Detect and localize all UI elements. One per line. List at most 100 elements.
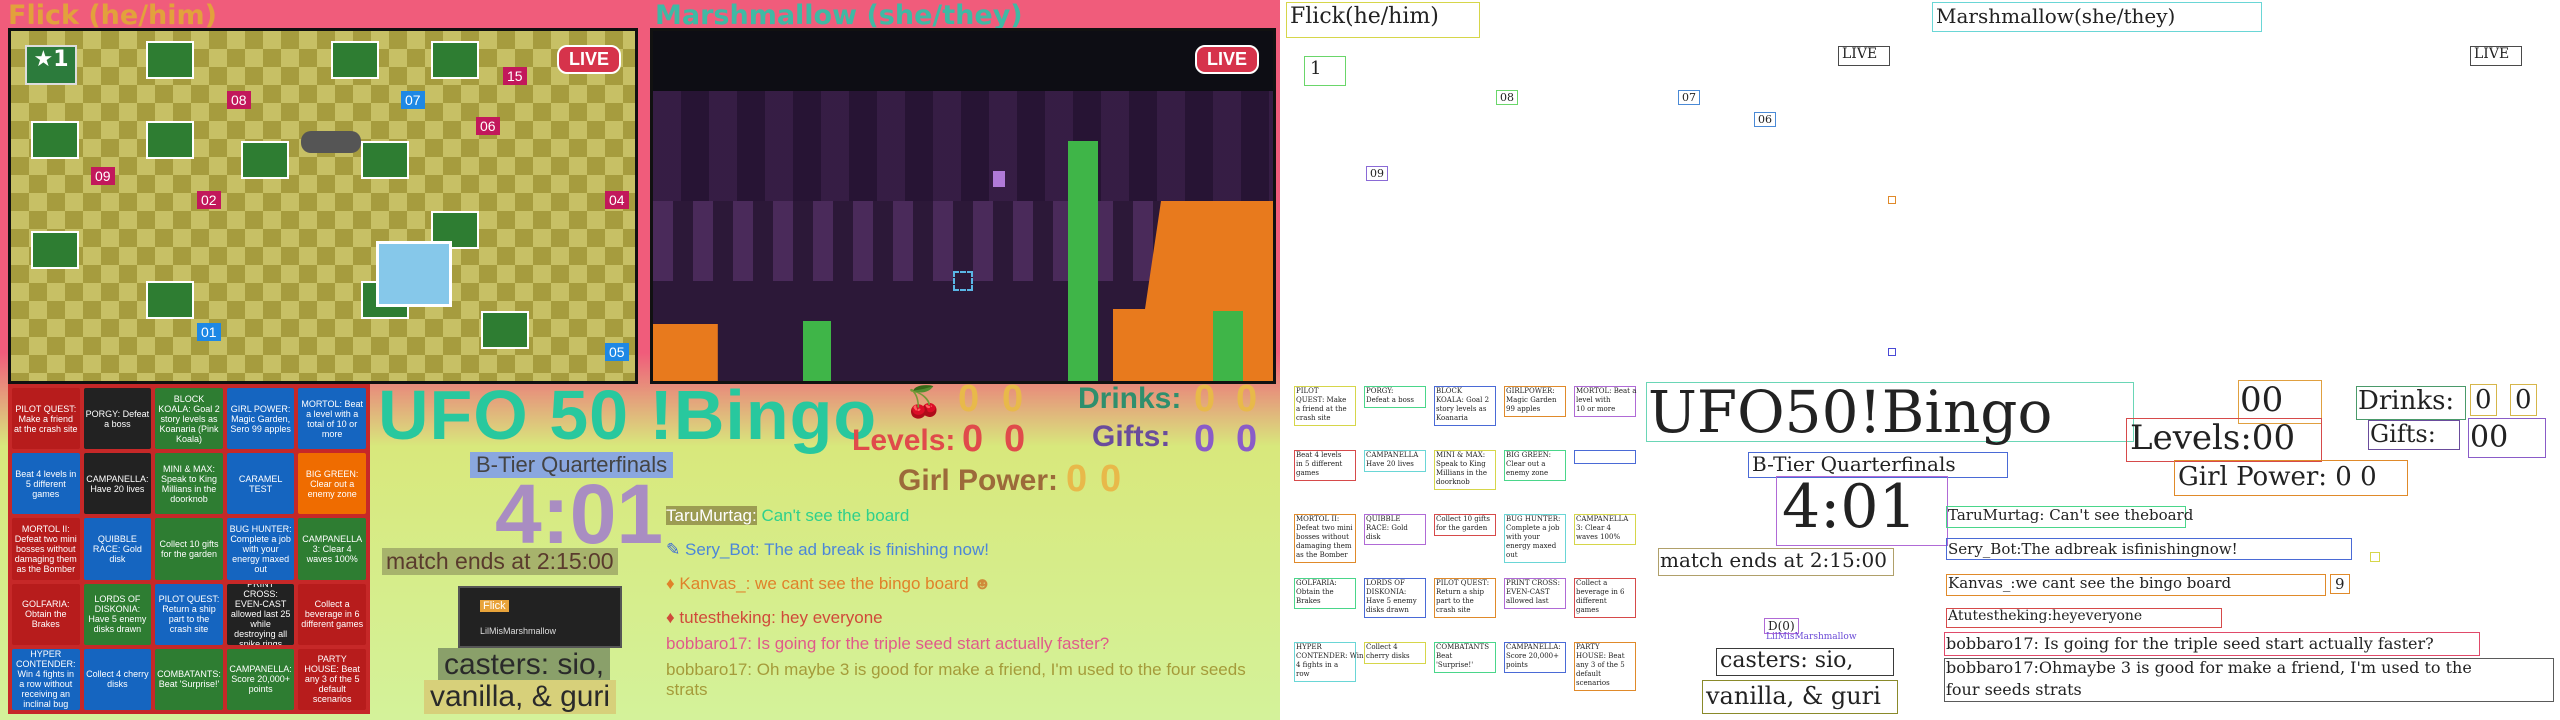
bingo-board: PILOT QUEST: Make a friend at the crash … xyxy=(8,384,370,714)
levels-text: Levels:00 xyxy=(2130,418,2296,458)
bingo-cell[interactable]: GOLFARIA: Obtain the Brakes xyxy=(12,583,80,645)
gifts-value-text: 00 xyxy=(2470,420,2509,455)
chat-line: ✎ Sery_Bot: The ad break is finishing no… xyxy=(666,540,989,559)
preview-mini-text: LilMisMarshmallow xyxy=(1766,632,1857,642)
number-tag: 01 xyxy=(197,323,221,341)
chat-text: Atutestheking:heyeveryone xyxy=(1948,608,2143,624)
drinks-a-text: 0 xyxy=(2470,384,2497,416)
smiley-icon: ☻ xyxy=(973,574,992,593)
star-icon: ★ xyxy=(33,47,54,72)
bingo-cell-text: allowed last xyxy=(1506,597,1549,605)
number-tag: 09 xyxy=(91,167,115,185)
bingo-cell-text: HOUSE: Beat xyxy=(1576,652,1625,660)
cherry-text: 00 xyxy=(2240,380,2284,420)
tag-text: 07 xyxy=(1678,90,1700,105)
bingo-cell[interactable]: HYPER CONTENDER: Win 4 fights in a row w… xyxy=(12,648,80,710)
number-tag: 15 xyxy=(503,67,527,85)
bingo-cell[interactable]: GIRL POWER: Magic Garden, Sero 99 apples xyxy=(226,388,295,450)
gifts-label: Gifts: xyxy=(1092,420,1171,453)
chat-text: bobbaro17:Ohmaybe 3 is good for make a f… xyxy=(1946,658,2472,677)
match-end-time: match ends at 2:15:00 xyxy=(382,548,618,575)
bingo-cell-text: GIRLPOWER: xyxy=(1506,387,1555,395)
bingo-cell-text: CAMPANELLA xyxy=(1576,515,1629,523)
timer-text: 4:01 xyxy=(1782,472,1917,542)
bingo-cell-text: PILOT xyxy=(1296,387,1319,395)
live-text: LIVE xyxy=(1842,46,1878,62)
girl-power-label: Girl Power: xyxy=(898,464,1059,497)
bingo-cell[interactable]: PILOT QUEST: Return a ship part to the c… xyxy=(155,583,223,645)
drinks-label: Drinks: xyxy=(1078,382,1182,415)
drinks-score-flick: 0 xyxy=(1194,378,1216,420)
bingo-cell[interactable]: PORGY: Defeat a boss xyxy=(83,388,152,450)
bingo-cell-text: energy maxed xyxy=(1506,542,1557,550)
bingo-cell[interactable]: MORTOL: Beat a level with a total of 10 … xyxy=(298,388,366,450)
bingo-cell-text: CONTENDER: Win xyxy=(1296,652,1364,660)
bingo-cell-text: Complete a job xyxy=(1506,524,1560,532)
number-tag: 02 xyxy=(197,191,221,209)
bingo-cell[interactable]: CARAMEL TEST xyxy=(226,453,295,515)
chat-line: ♦ tutestheking: hey everyone xyxy=(666,608,883,627)
gifts-score-flick: 0 xyxy=(1194,418,1216,460)
bingo-cell-text: crash site xyxy=(1296,414,1331,422)
bingo-cell[interactable]: BLOCK KOALA: Goal 2 story levels as Koan… xyxy=(155,388,223,450)
bingo-cell[interactable]: Collect a beverage in 6 different games xyxy=(298,583,366,645)
bingo-cell-text: Koanaria xyxy=(1436,414,1468,422)
shop-counter xyxy=(376,241,452,307)
bingo-cell[interactable]: CAMPANELLA 3: Clear 4 waves 100% xyxy=(298,518,366,580)
bingo-cell[interactable]: CAMPANELLA: Score 20,000+ points xyxy=(226,648,295,710)
chat-line: TaruMurtag: Can't see the board xyxy=(666,506,910,525)
bingo-cell-text: Have 5 enemy xyxy=(1366,597,1417,605)
bingo-cell-text: beverage in 6 xyxy=(1576,588,1625,596)
bingo-cell[interactable]: MORTOL II: Defeat two mini bosses withou… xyxy=(12,518,80,580)
bingo-cell[interactable]: Beat 4 levels in 5 different games xyxy=(12,453,80,515)
levels-score-marsh: 0 xyxy=(1004,418,1026,460)
bingo-cell-text: default xyxy=(1576,670,1601,678)
bingo-cell-text: row xyxy=(1296,670,1310,678)
bingo-cell-text: QUEST: Make xyxy=(1296,396,1347,404)
bingo-cell-text: Clear out a xyxy=(1506,460,1546,468)
bingo-cell[interactable]: CAMPANELLA: Have 20 lives xyxy=(83,453,152,515)
bingo-cell-text: GOLFARIA: xyxy=(1296,579,1337,587)
bingo-cell-text: RACE: Gold xyxy=(1366,524,1408,532)
bingo-cell-text: PARTY xyxy=(1576,643,1600,651)
bingo-cell[interactable]: COMBATANTS: Beat 'Surprise!' xyxy=(155,648,223,710)
flick-game-feed: ★1 LIVE 15 08 07 06 09 02 04 01 05 xyxy=(8,28,638,384)
bingo-cell-text: LORDS OF xyxy=(1366,579,1405,587)
marsh-name-text: Marshmallow(she/they) xyxy=(1936,4,2176,28)
tag-text: 09 xyxy=(1366,166,1388,181)
stream-overlay: Flick (he/him) Marshmallow (she/they) ★1… xyxy=(0,0,1280,720)
chat-text: Kanvas_:we cant see the bingo board xyxy=(1948,574,2232,592)
bingo-cell[interactable]: BIG GREEN: Clear out a enemy zone xyxy=(298,453,366,515)
bingo-cell[interactable]: LORDS OF DISKONIA: Have 5 enemy disks dr… xyxy=(83,583,152,645)
bingo-cell[interactable]: PRINT CROSS: EVEN-CAST allowed last 25 w… xyxy=(226,583,295,645)
number-tag: 06 xyxy=(476,117,500,135)
bingo-cell-text: CAMPANELLA: xyxy=(1506,643,1561,651)
bingo-cell-text: level with xyxy=(1576,396,1611,404)
bingo-cell[interactable]: BUG HUNTER: Complete a job with your ene… xyxy=(226,518,295,580)
bingo-cell[interactable]: MINI & MAX: Speak to King Millians in th… xyxy=(155,453,223,515)
green-pillar xyxy=(1068,141,1098,381)
bingo-cell[interactable]: Collect 10 gifts for the garden xyxy=(155,518,223,580)
gifts-text: Gifts: xyxy=(2370,420,2436,448)
marshmallow-name-label: Marshmallow (she/they) xyxy=(655,0,1023,31)
bingo-cell-text: part to the xyxy=(1436,597,1474,605)
bingo-cell-text: disk xyxy=(1366,533,1381,541)
bingo-cell[interactable]: QUIBBLE RACE: Gold disk xyxy=(83,518,152,580)
bingo-cell-text: COMBATANTS xyxy=(1436,643,1490,651)
casters-line-1: casters: sio, xyxy=(438,648,611,682)
bingo-cell-text: MINI & MAX: xyxy=(1436,451,1486,459)
bingo-cell-text: QUIBBLE xyxy=(1366,515,1401,523)
bingo-cell[interactable]: Collect 4 cherry disks xyxy=(83,648,152,710)
flame-icon: ♦ xyxy=(666,608,675,627)
chat-line: bobbaro17: Oh maybe 3 is good for make a… xyxy=(666,660,1246,699)
girl-power-flick: 0 xyxy=(1066,458,1088,500)
bingo-cell-text: KOALA: Goal 2 xyxy=(1436,396,1490,404)
bingo-cell[interactable]: PARTY HOUSE: Beat any 3 of the 5 default… xyxy=(298,648,366,710)
chat-line: ♦ Kanvas_: we cant see the bingo board ☻ xyxy=(666,574,992,593)
number-tag: 08 xyxy=(227,91,251,109)
skull-obstacle xyxy=(301,131,361,153)
marshmallow-game-feed: LIVE xyxy=(650,28,1276,384)
bingo-cell-text: bosses without xyxy=(1296,533,1349,541)
bingo-cell[interactable]: PILOT QUEST: Make a friend at the crash … xyxy=(12,388,80,450)
casters-text-1: casters: sio, xyxy=(1720,648,1854,673)
